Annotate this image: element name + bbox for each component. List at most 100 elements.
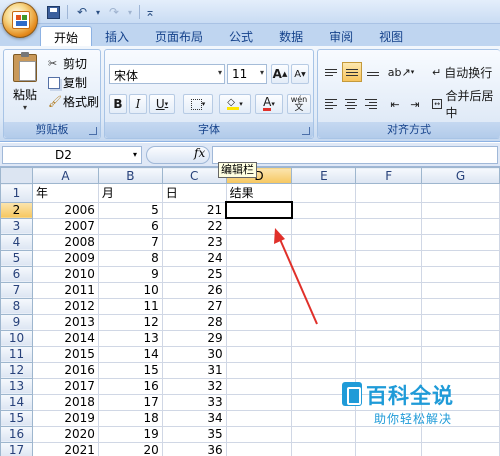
- cell-b[interactable]: 月: [97, 183, 163, 203]
- redo-dropdown[interactable]: ▾: [126, 3, 134, 21]
- cell-b[interactable]: 14: [97, 345, 163, 363]
- tab-home[interactable]: 开始: [40, 26, 93, 46]
- tab-formulas[interactable]: 公式: [216, 26, 266, 46]
- cell-a[interactable]: 2007: [31, 217, 99, 235]
- undo-dropdown[interactable]: ▾: [94, 3, 102, 21]
- column-header[interactable]: E: [291, 167, 357, 184]
- office-button[interactable]: [2, 2, 38, 38]
- cell-g[interactable]: [421, 425, 500, 443]
- cell-f[interactable]: [355, 183, 423, 203]
- cell-d[interactable]: [225, 441, 293, 456]
- cell-b[interactable]: 10: [97, 281, 163, 299]
- cell-e[interactable]: [291, 249, 357, 267]
- cell-c[interactable]: 25: [161, 265, 227, 283]
- row-header[interactable]: 15: [0, 409, 33, 427]
- cell-b[interactable]: 12: [97, 313, 163, 331]
- save-button[interactable]: [44, 3, 62, 21]
- borders-button[interactable]: ▾: [183, 94, 213, 114]
- cell-c[interactable]: 日: [161, 183, 227, 203]
- cell-a[interactable]: 2018: [31, 393, 99, 411]
- cell-f[interactable]: [355, 281, 423, 299]
- cell-d[interactable]: [225, 201, 293, 219]
- cell-a[interactable]: 2016: [31, 361, 99, 379]
- cell-f[interactable]: [355, 313, 423, 331]
- cell-e[interactable]: [291, 201, 357, 219]
- copy-button[interactable]: 复制: [48, 74, 87, 91]
- row-header[interactable]: 3: [0, 217, 33, 235]
- orientation-button[interactable]: ab↗ ▾: [388, 62, 414, 82]
- cell-b[interactable]: 16: [97, 377, 163, 395]
- align-top-button[interactable]: [322, 62, 340, 82]
- select-all-corner[interactable]: [0, 167, 33, 184]
- row-header[interactable]: 10: [0, 329, 33, 347]
- shrink-font-button[interactable]: A ▼: [291, 64, 309, 84]
- cell-a[interactable]: 2020: [31, 425, 99, 443]
- cell-d[interactable]: [225, 377, 293, 395]
- cell-d[interactable]: [225, 281, 293, 299]
- row-header[interactable]: 14: [0, 393, 33, 411]
- cell-g[interactable]: [421, 345, 500, 363]
- tab-data[interactable]: 数据: [266, 26, 316, 46]
- row-header[interactable]: 2: [0, 201, 33, 219]
- cell-c[interactable]: 33: [161, 393, 227, 411]
- cell-a[interactable]: 2015: [31, 345, 99, 363]
- cell-c[interactable]: 32: [161, 377, 227, 395]
- row-header[interactable]: 6: [0, 265, 33, 283]
- column-header[interactable]: C: [161, 167, 227, 184]
- cell-a[interactable]: 2009: [31, 249, 99, 267]
- cell-e[interactable]: [291, 217, 357, 235]
- phonetic-guide-button[interactable]: wén 文: [287, 94, 311, 114]
- cell-c[interactable]: 29: [161, 329, 227, 347]
- font-size-select[interactable]: 11 ▾: [227, 64, 267, 84]
- cell-g[interactable]: [421, 183, 500, 203]
- cell-a[interactable]: 2017: [31, 377, 99, 395]
- align-right-button[interactable]: [362, 94, 380, 114]
- cell-d[interactable]: [225, 361, 293, 379]
- cell-f[interactable]: [355, 345, 423, 363]
- cell-b[interactable]: 11: [97, 297, 163, 315]
- paste-button[interactable]: 粘贴 ▾: [10, 52, 40, 114]
- grow-font-button[interactable]: A ▲: [271, 64, 289, 84]
- cell-e[interactable]: [291, 329, 357, 347]
- name-box[interactable]: D2 ▾: [2, 146, 142, 164]
- align-center-button[interactable]: [342, 94, 360, 114]
- cell-g[interactable]: [421, 217, 500, 235]
- cell-a[interactable]: 2014: [31, 329, 99, 347]
- cut-button[interactable]: ✂ 剪切: [48, 55, 87, 72]
- cell-d[interactable]: [225, 425, 293, 443]
- cell-b[interactable]: 6: [97, 217, 163, 235]
- cell-a[interactable]: 2011: [31, 281, 99, 299]
- undo-button[interactable]: ↶: [73, 3, 91, 21]
- row-header[interactable]: 12: [0, 361, 33, 379]
- cell-e[interactable]: [291, 183, 357, 203]
- cell-a[interactable]: 2008: [31, 233, 99, 251]
- row-header[interactable]: 1: [0, 183, 33, 203]
- column-header[interactable]: F: [355, 167, 423, 184]
- cell-c[interactable]: 35: [161, 425, 227, 443]
- font-color-button[interactable]: A ▾: [255, 94, 283, 114]
- cell-e[interactable]: [291, 345, 357, 363]
- cell-c[interactable]: 34: [161, 409, 227, 427]
- tab-page-layout[interactable]: 页面布局: [142, 26, 216, 46]
- cell-g[interactable]: [421, 361, 500, 379]
- cell-f[interactable]: [355, 329, 423, 347]
- increase-indent-button[interactable]: ⇥: [406, 94, 424, 114]
- cell-e[interactable]: [291, 425, 357, 443]
- cell-c[interactable]: 22: [161, 217, 227, 235]
- cell-a[interactable]: 2006: [31, 201, 99, 219]
- cell-d[interactable]: 结果: [225, 183, 293, 203]
- row-header[interactable]: 16: [0, 425, 33, 443]
- cell-g[interactable]: [421, 233, 500, 251]
- cell-c[interactable]: 27: [161, 297, 227, 315]
- row-header[interactable]: 4: [0, 233, 33, 251]
- decrease-indent-button[interactable]: ⇤: [386, 94, 404, 114]
- cell-d[interactable]: [225, 233, 293, 251]
- row-header[interactable]: 9: [0, 313, 33, 331]
- row-header[interactable]: 17: [0, 441, 33, 456]
- insert-function-button[interactable]: fx: [194, 146, 205, 160]
- cell-c[interactable]: 26: [161, 281, 227, 299]
- cell-d[interactable]: [225, 249, 293, 267]
- cell-d[interactable]: [225, 313, 293, 331]
- cell-d[interactable]: [225, 345, 293, 363]
- wrap-text-button[interactable]: ↵ 自动换行: [432, 62, 500, 82]
